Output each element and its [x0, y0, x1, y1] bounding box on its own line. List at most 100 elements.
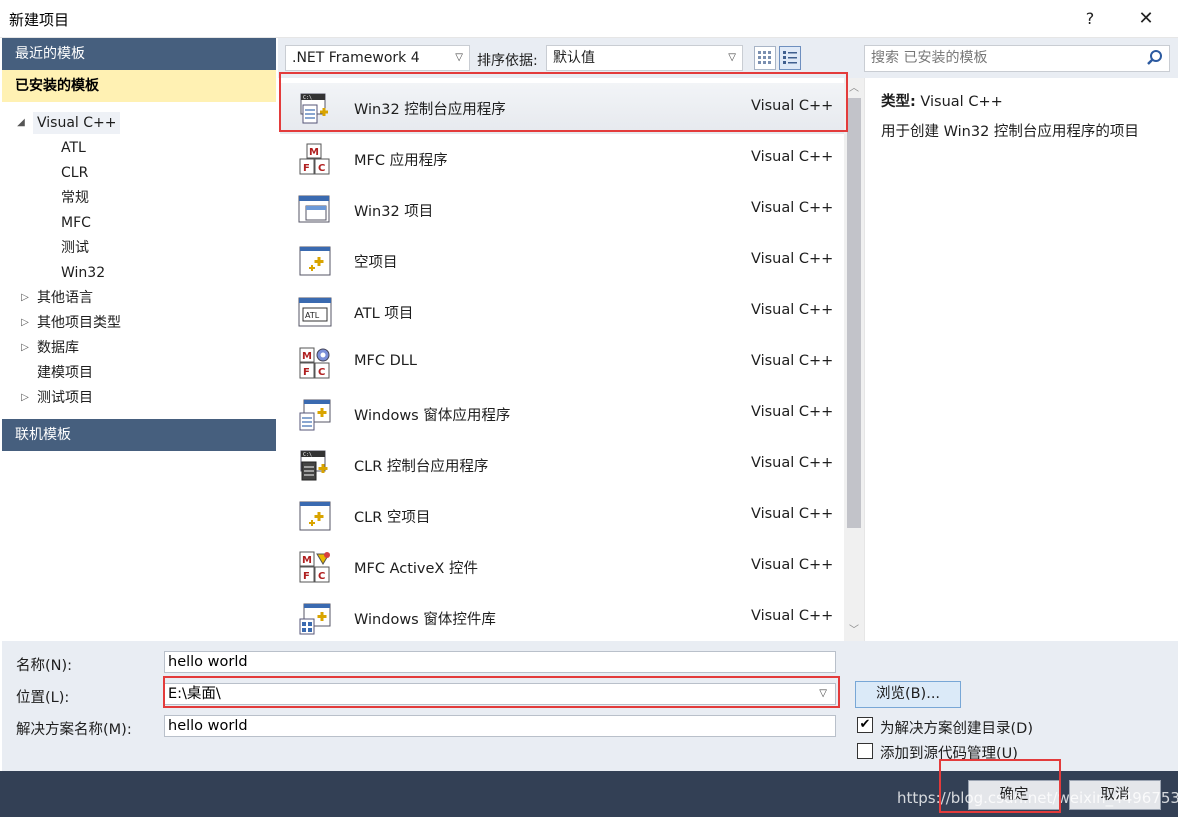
- create-directory-checkbox[interactable]: ✔: [857, 717, 873, 733]
- template-item-atl-project[interactable]: ATL ATL 项目 Visual C++: [280, 287, 844, 338]
- title-bar: 新建项目 ? ✕: [0, 0, 1178, 38]
- create-directory-label[interactable]: 为解决方案创建目录(D): [880, 717, 1033, 738]
- svg-text:C:\: C:\: [303, 452, 312, 458]
- name-label: 名称(N):: [16, 658, 73, 674]
- template-details-panel: 类型: Visual C++ 用于创建 Win32 控制台应用程序的项目: [864, 78, 1178, 641]
- win32-project-icon: [298, 195, 330, 223]
- solution-name-label: 解决方案名称(M):: [16, 722, 132, 738]
- template-type: 类型: Visual C++: [881, 94, 1003, 110]
- source-control-checkbox[interactable]: [857, 743, 873, 759]
- template-language: Visual C++: [751, 98, 834, 114]
- tree-item-test-projects[interactable]: ▷ 测试项目: [21, 387, 93, 409]
- tree-item-other-project-types[interactable]: ▷ 其他项目类型: [21, 312, 121, 334]
- windows-forms-control-lib-icon: [299, 603, 331, 635]
- framework-select[interactable]: .NET Framework 4 ▽: [285, 45, 470, 71]
- svg-text:C: C: [318, 571, 325, 582]
- collapsed-arrow-icon[interactable]: ▷: [18, 387, 32, 409]
- template-name: CLR 空项目: [354, 510, 431, 526]
- template-name: MFC ActiveX 控件: [354, 561, 478, 577]
- sort-label: 排序依据:: [477, 53, 538, 69]
- watermark-text: https://blog.csdn.net/weixin_44967530: [897, 789, 1178, 807]
- template-toolbar: .NET Framework 4 ▽ 排序依据: 默认值 ▽ 搜索 已安装的模板: [278, 38, 1178, 78]
- template-item-mfc-dll[interactable]: M F C MFC DLL Visual C++: [280, 338, 844, 389]
- browse-button[interactable]: 浏览(B)...: [855, 681, 961, 708]
- tree-item-database[interactable]: ▷ 数据库: [21, 337, 79, 359]
- template-language: Visual C++: [751, 200, 834, 216]
- close-button[interactable]: ✕: [1124, 3, 1168, 35]
- project-name-input[interactable]: hello world: [164, 651, 836, 673]
- location-label: 位置(L):: [16, 690, 70, 706]
- tree-item-win32[interactable]: Win32: [61, 262, 105, 284]
- search-icon[interactable]: [1145, 48, 1165, 68]
- template-language: Visual C++: [751, 353, 834, 369]
- svg-text:M: M: [302, 351, 312, 362]
- tree-item-modeling-projects[interactable]: 建模项目: [37, 362, 93, 384]
- tree-item-mfc[interactable]: MFC: [61, 212, 91, 234]
- list-view-icon: [783, 51, 797, 64]
- window-title: 新建项目: [9, 11, 70, 29]
- recent-templates-header[interactable]: 最近的模板: [2, 38, 276, 70]
- collapsed-arrow-icon[interactable]: ▷: [18, 337, 32, 359]
- source-control-label[interactable]: 添加到源代码管理(U): [880, 742, 1018, 763]
- sort-select[interactable]: 默认值 ▽: [546, 45, 743, 71]
- template-item-windows-forms-control-lib[interactable]: Windows 窗体控件库 Visual C++: [280, 593, 844, 641]
- template-name: 空项目: [354, 255, 398, 271]
- clr-console-icon: C:\: [300, 450, 328, 481]
- scroll-down-icon[interactable]: ﹀: [844, 622, 864, 640]
- svg-text:F: F: [303, 367, 310, 378]
- svg-text:M: M: [302, 555, 312, 566]
- template-language: Visual C++: [751, 608, 834, 624]
- svg-text:C:\: C:\: [303, 95, 312, 101]
- template-list: C:\ Win32 控制台应用程序 Visual C++ M F C MFC 应…: [280, 78, 844, 641]
- svg-text:ATL: ATL: [305, 311, 320, 320]
- template-name: CLR 控制台应用程序: [354, 459, 489, 475]
- tree-item-other-languages[interactable]: ▷ 其他语言: [21, 287, 93, 309]
- template-item-clr-empty[interactable]: CLR 空项目 Visual C++: [280, 491, 844, 542]
- mfc-activex-icon: M F C: [299, 551, 330, 583]
- collapsed-arrow-icon[interactable]: ▷: [18, 287, 32, 309]
- svg-text:C: C: [318, 163, 325, 174]
- dialog-footer: 确定 取消 https://blog.csdn.net/weixin_44967…: [0, 771, 1178, 817]
- template-item-win32-console[interactable]: C:\ Win32 控制台应用程序 Visual C++: [280, 83, 844, 134]
- template-list-scrollbar[interactable]: ︿ ﹀: [844, 78, 864, 641]
- scroll-up-icon[interactable]: ︿: [844, 80, 864, 98]
- template-item-mfc-app[interactable]: M F C MFC 应用程序 Visual C++: [280, 134, 844, 185]
- template-item-clr-console[interactable]: C:\ CLR 控制台应用程序 Visual C++: [280, 440, 844, 491]
- tree-item-test[interactable]: 测试: [61, 237, 89, 259]
- svg-text:M: M: [309, 147, 319, 158]
- template-item-windows-forms-app[interactable]: Windows 窗体应用程序 Visual C++: [280, 389, 844, 440]
- template-item-mfc-activex[interactable]: M F C MFC ActiveX 控件 Visual C++: [280, 542, 844, 593]
- template-name: Win32 项目: [354, 204, 434, 220]
- collapsed-arrow-icon[interactable]: ▷: [18, 312, 32, 334]
- grid-view-icon: [758, 51, 771, 64]
- windows-forms-app-icon: [299, 399, 331, 431]
- online-templates-header[interactable]: 联机模板: [2, 419, 276, 451]
- tree-item-visual-cpp[interactable]: ◢ Visual C++: [17, 112, 121, 134]
- empty-project-icon: [299, 246, 331, 276]
- template-language: Visual C++: [751, 557, 834, 573]
- installed-templates-header[interactable]: 已安装的模板: [2, 70, 276, 102]
- template-language: Visual C++: [751, 404, 834, 420]
- template-search-input[interactable]: 搜索 已安装的模板: [864, 45, 1170, 72]
- console-app-icon: C:\: [300, 93, 328, 124]
- scrollbar-thumb[interactable]: [847, 98, 861, 528]
- template-name: ATL 项目: [354, 306, 414, 322]
- expanded-arrow-icon[interactable]: ◢: [14, 112, 28, 134]
- template-name: Windows 窗体应用程序: [354, 408, 511, 424]
- tree-item-atl[interactable]: ATL: [61, 137, 86, 159]
- chevron-down-icon: ▽: [819, 688, 827, 699]
- tree-item-clr[interactable]: CLR: [61, 162, 88, 184]
- template-item-empty-project[interactable]: 空项目 Visual C++: [280, 236, 844, 287]
- list-view-button[interactable]: [779, 46, 801, 70]
- template-name: MFC 应用程序: [354, 153, 448, 169]
- template-item-win32-project[interactable]: Win32 项目 Visual C++: [280, 185, 844, 236]
- solution-name-input[interactable]: hello world: [164, 715, 836, 737]
- template-language: Visual C++: [751, 149, 834, 165]
- template-language: Visual C++: [751, 302, 834, 318]
- chevron-down-icon: ▽: [728, 52, 736, 63]
- tree-item-general[interactable]: 常规: [61, 187, 89, 209]
- small-icons-view-button[interactable]: [754, 46, 776, 70]
- location-select[interactable]: E:\桌面\ ▽: [164, 683, 836, 705]
- help-button[interactable]: ?: [1070, 3, 1110, 35]
- project-settings-form: 名称(N): hello world 位置(L): E:\桌面\ ▽ 浏览(B)…: [2, 641, 1178, 771]
